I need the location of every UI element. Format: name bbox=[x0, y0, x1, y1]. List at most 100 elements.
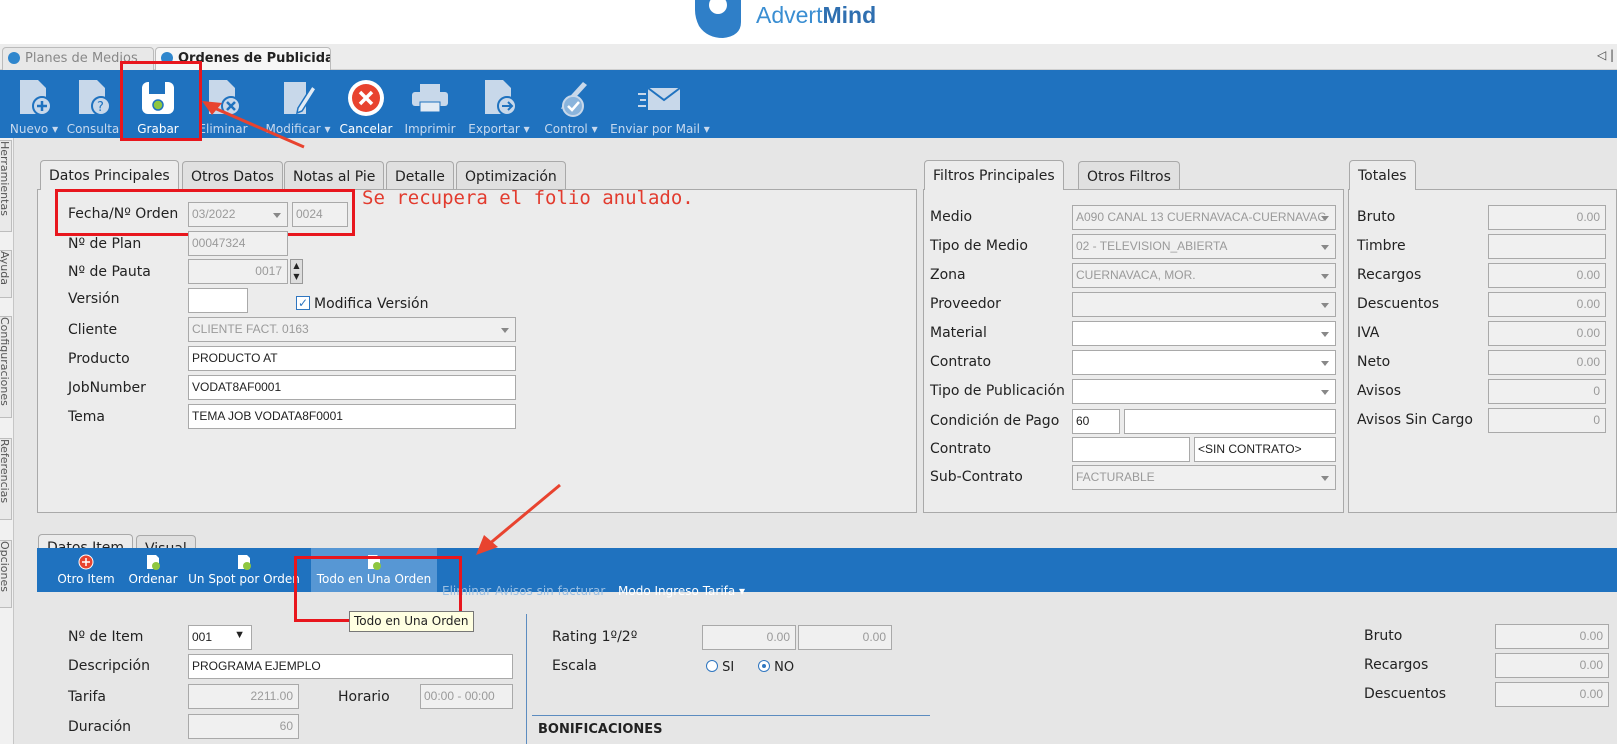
tipo-medio-select[interactable]: 02 - TELEVISION_ABIERTA bbox=[1072, 234, 1336, 259]
item-recargos-field[interactable]: 0.00 bbox=[1495, 653, 1609, 678]
add-circle-icon bbox=[78, 554, 94, 570]
proveedor-label: Proveedor bbox=[930, 296, 1001, 312]
rating2-field[interactable]: 0.00 bbox=[798, 625, 892, 650]
tarifa-label: Tarifa bbox=[68, 689, 106, 705]
total-recargos-field[interactable]: 0.00 bbox=[1488, 263, 1606, 288]
total-descuentos-field[interactable]: 0.00 bbox=[1488, 292, 1606, 317]
sub-contrato-label: Sub-Contrato bbox=[930, 469, 1023, 485]
escala-label: Escala bbox=[552, 658, 597, 674]
plan-field[interactable]: 00047324 bbox=[188, 231, 288, 256]
tab-datos-principales[interactable]: Datos Principales bbox=[40, 160, 179, 190]
modo-ingreso-tarifa-dropdown[interactable]: Modo Ingreso Tarifa ▾ bbox=[618, 584, 745, 598]
contrato-label: Contrato bbox=[930, 354, 992, 370]
total-timbre-field[interactable] bbox=[1488, 234, 1606, 259]
new-document-icon bbox=[20, 80, 52, 116]
imprimir-button[interactable]: Imprimir bbox=[402, 70, 458, 138]
duracion-label: Duración bbox=[68, 719, 132, 735]
proveedor-select[interactable] bbox=[1072, 292, 1336, 317]
tema-field[interactable]: TEMA JOB VODATA8F0001 bbox=[188, 404, 516, 429]
side-tab-configuraciones[interactable]: Configuraciones bbox=[0, 316, 12, 418]
escala-no-radio[interactable]: NO bbox=[758, 660, 794, 675]
jobnumber-field[interactable]: VODAT8AF0001 bbox=[188, 375, 516, 400]
rating1-field[interactable]: 0.00 bbox=[702, 625, 796, 650]
tab-otros-filtros[interactable]: Otros Filtros bbox=[1078, 161, 1180, 189]
contrato-select[interactable] bbox=[1072, 350, 1336, 375]
query-document-icon: ? bbox=[79, 80, 111, 116]
grabar-highlight-box bbox=[120, 61, 202, 141]
zona-label: Zona bbox=[930, 267, 966, 283]
total-descuentos-label: Descuentos bbox=[1357, 296, 1440, 312]
total-neto-field[interactable]: 0.00 bbox=[1488, 350, 1606, 375]
tab-otros-datos[interactable]: Otros Datos bbox=[182, 161, 283, 189]
tab-detalle[interactable]: Detalle bbox=[386, 161, 454, 189]
medio-select[interactable]: A090 CANAL 13 CUERNAVACA-CUERNAVAC bbox=[1072, 205, 1336, 230]
total-avisos-sin-cargo-label: Avisos Sin Cargo bbox=[1357, 412, 1473, 428]
zona-select[interactable]: CUERNAVACA, MOR. bbox=[1072, 263, 1336, 288]
modifica-version-checkbox[interactable]: ✓ bbox=[296, 296, 310, 310]
horario-field[interactable]: 00:00 - 00:00 bbox=[420, 684, 513, 709]
tab-optimizacion[interactable]: Optimización bbox=[456, 161, 566, 189]
item-descuentos-field[interactable]: 0.00 bbox=[1495, 682, 1609, 707]
total-bruto-label: Bruto bbox=[1357, 209, 1396, 225]
cancelar-button[interactable]: Cancelar bbox=[336, 70, 396, 138]
cancel-circle-icon bbox=[348, 80, 384, 116]
duracion-field[interactable]: 60 bbox=[188, 714, 299, 739]
total-bruto-field[interactable]: 0.00 bbox=[1488, 205, 1606, 230]
cliente-select[interactable]: CLIENTE FACT. 0163 bbox=[188, 317, 516, 342]
modifica-version-label: Modifica Versión bbox=[314, 296, 429, 312]
tarifa-field[interactable]: 2211.00 bbox=[188, 684, 299, 709]
item-bruto-label: Bruto bbox=[1364, 628, 1403, 644]
enviar-por-mail-button[interactable]: Enviar por Mail ▾ bbox=[608, 70, 712, 138]
nro-item-select[interactable]: 001 ▼ bbox=[188, 625, 252, 650]
tipo-publicacion-select[interactable] bbox=[1072, 379, 1336, 404]
item-bruto-field[interactable]: 0.00 bbox=[1495, 624, 1609, 649]
consulta-button[interactable]: ? Consulta bbox=[64, 70, 122, 138]
svg-text:?: ? bbox=[97, 100, 104, 115]
sub-contrato-select[interactable]: FACTURABLE bbox=[1072, 465, 1336, 490]
ordenar-button[interactable]: Ordenar bbox=[124, 552, 182, 586]
total-avisos-sin-cargo-field[interactable]: 0 bbox=[1488, 408, 1606, 433]
version-field[interactable] bbox=[188, 288, 248, 313]
spot-document-icon bbox=[238, 555, 251, 570]
contrato2-desc[interactable]: <SIN CONTRATO> bbox=[1194, 437, 1336, 462]
side-tab-opciones[interactable]: Opciones bbox=[0, 540, 12, 608]
total-iva-label: IVA bbox=[1357, 325, 1380, 341]
condicion-pago-field[interactable]: 60 bbox=[1072, 409, 1120, 434]
side-tab-referencias[interactable]: Referencias bbox=[0, 438, 12, 520]
divider bbox=[526, 614, 527, 744]
total-avisos-field[interactable]: 0 bbox=[1488, 379, 1606, 404]
material-select[interactable] bbox=[1072, 321, 1336, 346]
pauta-stepper[interactable]: ▲ ▼ bbox=[290, 259, 303, 284]
side-tab-herramientas[interactable]: Herramientas bbox=[0, 140, 12, 232]
total-neto-label: Neto bbox=[1357, 354, 1391, 370]
descripcion-field[interactable]: PROGRAMA EJEMPLO bbox=[188, 654, 513, 679]
contrato2-label: Contrato bbox=[930, 441, 992, 457]
producto-field[interactable]: PRODUCTO AT bbox=[188, 346, 516, 371]
item-descuentos-label: Descuentos bbox=[1364, 686, 1447, 702]
radio-selected-icon bbox=[758, 660, 770, 672]
printer-icon bbox=[412, 84, 448, 113]
producto-label: Producto bbox=[68, 351, 130, 367]
side-tab-ayuda[interactable]: Ayuda bbox=[0, 250, 12, 298]
annotation-note: Se recupera el folio anulado. bbox=[362, 187, 694, 209]
control-button[interactable]: Control ▾ bbox=[540, 70, 602, 138]
tab-totales[interactable]: Totales bbox=[1349, 160, 1416, 190]
exportar-button[interactable]: Exportar ▾ bbox=[464, 70, 534, 138]
tab-notas-al-pie[interactable]: Notas al Pie bbox=[284, 161, 385, 189]
otro-item-button[interactable]: Otro Item bbox=[54, 552, 118, 586]
nuevo-button[interactable]: Nuevo ▾ bbox=[8, 70, 60, 138]
order-document-icon bbox=[147, 555, 160, 570]
contrato2-field[interactable] bbox=[1072, 437, 1190, 462]
condicion-pago-desc[interactable] bbox=[1124, 409, 1336, 434]
un-spot-por-orden-button[interactable]: Un Spot por Orden bbox=[188, 552, 300, 586]
escala-si-radio[interactable]: SI bbox=[706, 660, 734, 675]
tab-scroll-left-icon[interactable]: ◁ | bbox=[1597, 48, 1614, 62]
pauta-field[interactable]: 0017 bbox=[188, 259, 288, 284]
total-iva-field[interactable]: 0.00 bbox=[1488, 321, 1606, 346]
tipo-publicacion-label: Tipo de Publicación bbox=[930, 383, 1065, 399]
tooltip: Todo en Una Orden bbox=[349, 611, 474, 632]
tab-filtros-principales[interactable]: Filtros Principales bbox=[924, 160, 1064, 190]
radio-icon bbox=[706, 660, 718, 672]
export-document-icon bbox=[485, 80, 517, 116]
eliminar-avisos-button[interactable]: Eliminar Avisos sin facturar bbox=[442, 584, 605, 598]
